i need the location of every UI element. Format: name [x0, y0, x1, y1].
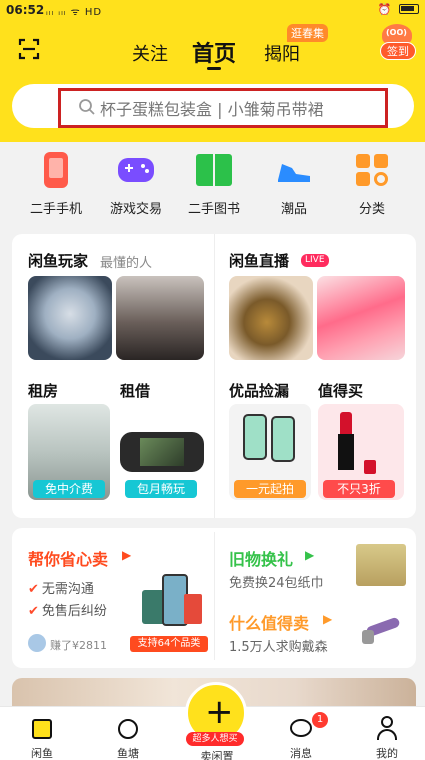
gamepad-icon — [116, 150, 156, 190]
worthsell-title[interactable]: 什么值得卖 — [229, 610, 309, 634]
tab-home[interactable]: 首页 — [192, 36, 236, 68]
player-subtitle: 最懂的人 — [100, 256, 153, 271]
category-label: 二手图书 — [187, 202, 240, 217]
rent-tag: 免中介费 — [33, 480, 105, 498]
arrow-right-icon: ▶ — [305, 548, 315, 562]
status-right: ⏰ — [378, 3, 419, 16]
rent-title[interactable]: 租房 — [28, 380, 58, 401]
category-all[interactable]: 分类 — [332, 150, 412, 217]
worthsell-subtitle: 1.5万人求购戴森 — [229, 640, 328, 655]
borrow-title[interactable]: 租借 — [120, 380, 150, 401]
exchange-subtitle: 免费换24包纸巾 — [229, 576, 324, 591]
chat-icon — [288, 715, 314, 741]
exchange-title[interactable]: 旧物换礼 — [229, 546, 293, 570]
earned-text: 赚了¥2811 — [50, 639, 107, 652]
player-title[interactable]: 闲鱼玩家 — [28, 250, 88, 271]
nav-pond[interactable]: 鱼塘 — [93, 715, 163, 760]
phone-icon — [36, 150, 76, 190]
nav-profile[interactable]: 我的 — [352, 715, 422, 760]
nav-label: 我的 — [376, 747, 398, 760]
pond-icon — [115, 715, 141, 741]
category-row: 二手手机 游戏交易 二手图书 潮品 分类 — [0, 150, 425, 226]
category-label: 潮品 — [280, 202, 307, 217]
player-image-2[interactable] — [116, 276, 204, 360]
live-badge: LIVE — [301, 254, 329, 267]
signal-icons: ᵢₗₗ ᵢₗₗ ᯤ HD — [46, 7, 103, 18]
top-tabs: 关注 首页 揭阳 逛春集 — [0, 24, 425, 70]
home-icon — [29, 715, 55, 741]
category-label: 游戏交易 — [109, 202, 162, 217]
worth-tag: 不只3折 — [323, 480, 395, 498]
status-time: 06:52 — [6, 3, 45, 17]
deals-tag: 一元起拍 — [234, 480, 306, 498]
battery-icon — [399, 4, 419, 14]
live-image-1[interactable] — [229, 276, 313, 360]
search-icon — [79, 99, 95, 115]
sell-bullet: ✔ 无需沟通 — [28, 582, 94, 597]
vacuum-image[interactable] — [358, 604, 406, 652]
tab-local[interactable]: 揭阳 — [264, 40, 300, 66]
category-book[interactable]: 二手图书 — [174, 150, 254, 217]
post-tag: 超多人想买 — [186, 732, 244, 746]
sell-title[interactable]: 帮你省心卖 — [28, 546, 108, 570]
arrow-right-icon: ▶ — [122, 548, 132, 562]
active-tab-indicator — [207, 67, 221, 70]
sneaker-icon — [274, 150, 314, 190]
arrow-right-icon: ▶ — [323, 612, 333, 626]
tab-follow[interactable]: 关注 — [132, 40, 168, 66]
grid-icon — [352, 150, 392, 190]
alarm-icon: ⏰ — [377, 3, 392, 16]
checkin-label: 签到 — [380, 42, 416, 60]
post-label: 卖闲置 — [200, 750, 234, 760]
category-phone[interactable]: 二手手机 — [16, 150, 96, 217]
search-placeholder: 杯子蛋糕包装盒 | 小雏菊吊带裙 — [100, 100, 324, 119]
message-badge: 1 — [312, 712, 328, 728]
category-label: 二手手机 — [29, 202, 82, 217]
checkin-button[interactable]: 签到 — [378, 24, 418, 64]
category-label: 分类 — [358, 202, 385, 217]
borrow-tag: 包月畅玩 — [125, 480, 197, 498]
nav-label: 消息 — [290, 747, 312, 760]
status-bar: 06:52 ᵢₗₗ ᵢₗₗ ᯤ HD ⏰ — [0, 0, 425, 20]
spring-badge: 逛春集 — [287, 24, 328, 42]
nav-label: 闲鱼 — [31, 747, 53, 760]
nav-label: 鱼塘 — [117, 747, 139, 760]
plus-icon: + — [205, 692, 234, 732]
divider — [214, 234, 215, 518]
live-image-2[interactable] — [317, 276, 405, 360]
category-count-tag: 支持64个品类 — [130, 636, 208, 652]
divider — [214, 532, 215, 660]
user-icon — [374, 715, 400, 741]
tissue-image[interactable] — [356, 544, 406, 586]
deals-title[interactable]: 优品捡漏 — [229, 380, 289, 401]
avatar — [28, 634, 46, 652]
live-title[interactable]: 闲鱼直播 — [229, 250, 289, 271]
sell-image[interactable] — [140, 570, 204, 634]
worth-title[interactable]: 值得买 — [318, 380, 363, 401]
category-trend[interactable]: 潮品 — [254, 150, 334, 217]
console-image[interactable] — [120, 432, 204, 472]
sell-bullet: ✔ 免售后纠纷 — [28, 604, 107, 619]
category-game[interactable]: 游戏交易 — [96, 150, 176, 217]
player-image-1[interactable] — [28, 276, 112, 360]
nav-home[interactable]: 闲鱼 — [7, 715, 77, 760]
book-icon — [194, 150, 234, 190]
